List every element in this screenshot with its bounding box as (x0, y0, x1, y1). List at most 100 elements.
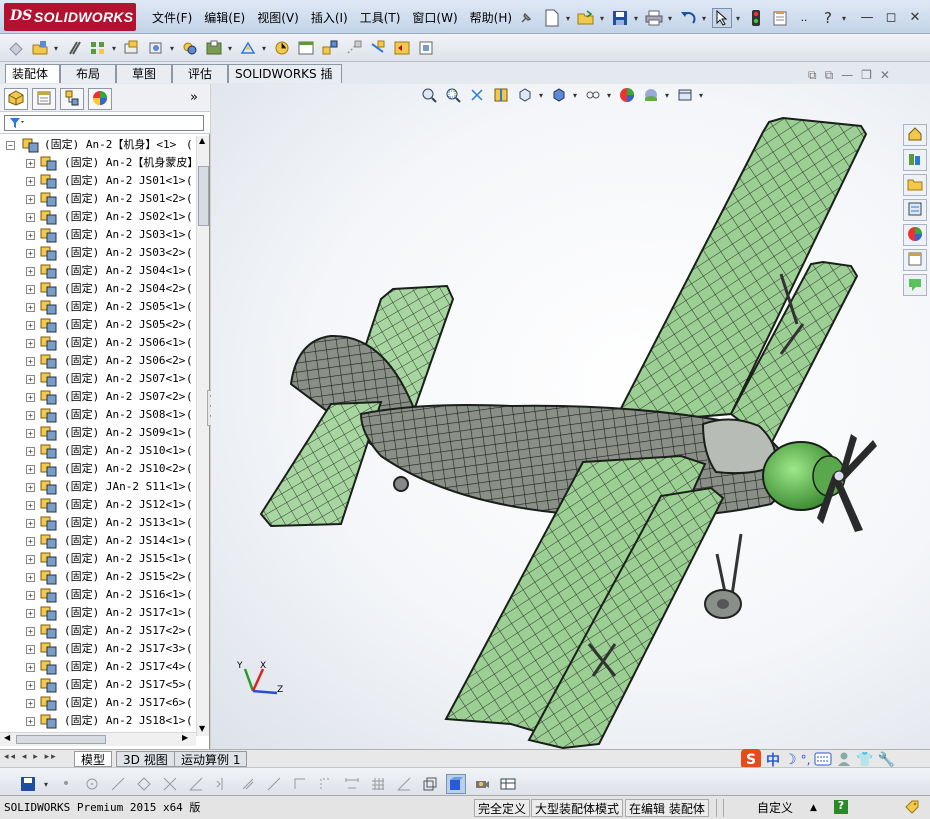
units-up-arrow-icon[interactable]: ▲ (810, 799, 817, 817)
expand-toggle-icon[interactable]: + (26, 591, 35, 600)
show-hidden-icon[interactable] (180, 38, 200, 58)
orientation-dropdown-icon[interactable]: ▾ (537, 91, 545, 100)
print-dropdown-icon[interactable]: ▾ (666, 14, 674, 23)
configurationmanager-tab[interactable] (60, 88, 84, 110)
tab-scroll-arrows-icon[interactable]: ◂◂ ◂ ▸ ▸▸ (4, 752, 58, 762)
tree-item-row[interactable]: + (固定) An-2 JS17<5>( (0, 676, 196, 694)
reference-geometry-icon[interactable] (238, 38, 258, 58)
tree-item-row[interactable]: + (固定) An-2 JS17<6>( (0, 694, 196, 712)
solidworks-resources-tab[interactable] (903, 124, 927, 146)
menu-help[interactable]: 帮助(H) (464, 9, 518, 27)
reference-dropdown-icon[interactable]: ▾ (260, 44, 268, 53)
expand-toggle-icon[interactable]: + (26, 447, 35, 456)
tab-model[interactable]: 模型 (74, 751, 113, 767)
zoom-to-area-icon[interactable] (443, 85, 463, 105)
design-library-tab[interactable] (903, 149, 927, 171)
expand-toggle-icon[interactable]: + (26, 681, 35, 690)
keyboard-icon[interactable] (814, 752, 832, 769)
cube-shaded-icon[interactable] (446, 774, 466, 794)
display-style-dropdown-icon[interactable]: ▾ (571, 91, 579, 100)
insert-dropdown-icon[interactable]: ▾ (52, 44, 60, 53)
update-speedpak-icon[interactable] (392, 38, 412, 58)
expand-toggle-icon[interactable]: + (26, 537, 35, 546)
tree-item-row[interactable]: + (固定) An-2 JS05<1>( (0, 298, 196, 316)
wrench-icon[interactable]: 🔧 (878, 752, 895, 768)
move-dropdown-icon[interactable]: ▾ (168, 44, 176, 53)
tree-item-row[interactable]: + (固定) An-2 JS17<3>( (0, 640, 196, 658)
tree-item-row[interactable]: + (固定) An-2 JS16<1>( (0, 586, 196, 604)
save-small-dropdown-icon[interactable]: ▾ (42, 780, 50, 789)
help-icon[interactable]: ? (818, 8, 838, 28)
zoom-to-fit-icon[interactable] (419, 85, 439, 105)
tree-item-row[interactable]: + (固定) An-2 JS07<2>( (0, 388, 196, 406)
expand-toggle-icon[interactable]: + (26, 339, 35, 348)
edit-component-icon[interactable] (6, 38, 26, 58)
pattern-dropdown-icon[interactable]: ▾ (110, 44, 118, 53)
tree-item-row[interactable]: + (固定) JAn-2 S11<1>( (0, 478, 196, 496)
circle-icon[interactable] (82, 774, 102, 794)
quick-tips-icon[interactable]: ? (834, 800, 848, 814)
expand-toggle-icon[interactable]: + (26, 159, 35, 168)
print-icon[interactable] (644, 8, 664, 28)
expand-toggle-icon[interactable]: + (26, 375, 35, 384)
expand-toggle-icon[interactable]: + (26, 699, 35, 708)
expand-toggle-icon[interactable]: + (26, 717, 35, 726)
expand-toggle-icon[interactable]: + (26, 519, 35, 528)
view-orientation-icon[interactable] (515, 85, 535, 105)
tab-sketch[interactable]: 草图 (116, 64, 172, 83)
tree-item-row[interactable]: + (固定) An-2 JS03<1>( (0, 226, 196, 244)
pin-icon[interactable] (516, 8, 536, 28)
expand-toggle-icon[interactable]: + (26, 627, 35, 636)
custom-properties-tab[interactable] (903, 249, 927, 271)
previous-view-icon[interactable] (467, 85, 487, 105)
scroll-left-icon[interactable]: ◀ (4, 733, 10, 742)
mirror-icon[interactable] (212, 774, 232, 794)
tree-horizontal-scrollbar[interactable]: ◀ ▶ (0, 732, 196, 746)
tree-item-row[interactable]: + (固定) An-2 JS17<2>( (0, 622, 196, 640)
expand-toggle-icon[interactable]: + (26, 357, 35, 366)
camera-icon[interactable] (472, 774, 492, 794)
undo-dropdown-icon[interactable]: ▾ (700, 14, 708, 23)
expand-toggle-icon[interactable]: + (26, 573, 35, 582)
linear-pattern-icon[interactable] (88, 38, 108, 58)
tree-root-row[interactable]: − (固定) An-2【机身】<1> ( (0, 136, 196, 154)
corner-rect-icon[interactable] (290, 774, 310, 794)
units-selector[interactable]: 自定义 (757, 799, 793, 817)
assembly-features-icon[interactable] (204, 38, 224, 58)
menu-edit[interactable]: 编辑(E) (198, 9, 251, 27)
menu-tools[interactable]: 工具(T) (354, 9, 407, 27)
hide-show-items-icon[interactable] (583, 85, 603, 105)
tree-item-row[interactable]: + (固定) An-2 JS02<1>( (0, 208, 196, 226)
expand-panel-chevron-icon[interactable]: » (190, 90, 198, 105)
mate-icon[interactable] (64, 38, 84, 58)
tree-item-row[interactable]: + (固定) An-2 JS18<1>( (0, 712, 196, 730)
expand-toggle-icon[interactable]: + (26, 465, 35, 474)
line-icon[interactable] (108, 774, 128, 794)
tree-item-row[interactable]: + (固定) An-2 JS15<2>( (0, 568, 196, 586)
expand-toggle-icon[interactable]: + (26, 663, 35, 672)
restore-icon[interactable]: ◻ (882, 8, 900, 26)
dashed-corner-icon[interactable] (316, 774, 336, 794)
doc-restore-icon[interactable]: ❐ (861, 68, 872, 83)
smart-fasteners-icon[interactable] (122, 38, 142, 58)
split-horizontal-icon[interactable]: ⧉ (808, 68, 817, 83)
solidworks-logo[interactable]: DS SOLIDWORKS (4, 3, 136, 31)
edit-appearance-icon[interactable] (617, 85, 637, 105)
point-icon[interactable]: • (56, 774, 76, 794)
new-dropdown-icon[interactable]: ▾ (564, 14, 572, 23)
tab-assembly[interactable]: 装配体 (5, 64, 60, 83)
more-options-icon[interactable]: ‥ (794, 8, 814, 28)
tab-motion-study[interactable]: 运动算例 1 (174, 751, 248, 767)
tree-item-row[interactable]: + (固定) An-2 JS03<2>( (0, 244, 196, 262)
file-explorer-tab[interactable] (903, 174, 927, 196)
tree-item-row[interactable]: + (固定) An-2 JS05<2>( (0, 316, 196, 334)
bill-of-materials-icon[interactable] (296, 38, 316, 58)
table-icon[interactable] (498, 774, 518, 794)
grid-icon[interactable] (368, 774, 388, 794)
tree-item-row[interactable]: + (固定) An-2 JS04<2>( (0, 280, 196, 298)
moon-icon[interactable]: ☽ (784, 752, 797, 768)
expand-toggle-icon[interactable]: + (26, 393, 35, 402)
displaymanager-tab[interactable] (88, 88, 112, 110)
tree-item-row[interactable]: + (固定) An-2【机身蒙皮】 (0, 154, 196, 172)
tab-3d-view[interactable]: 3D 视图 (116, 751, 175, 767)
